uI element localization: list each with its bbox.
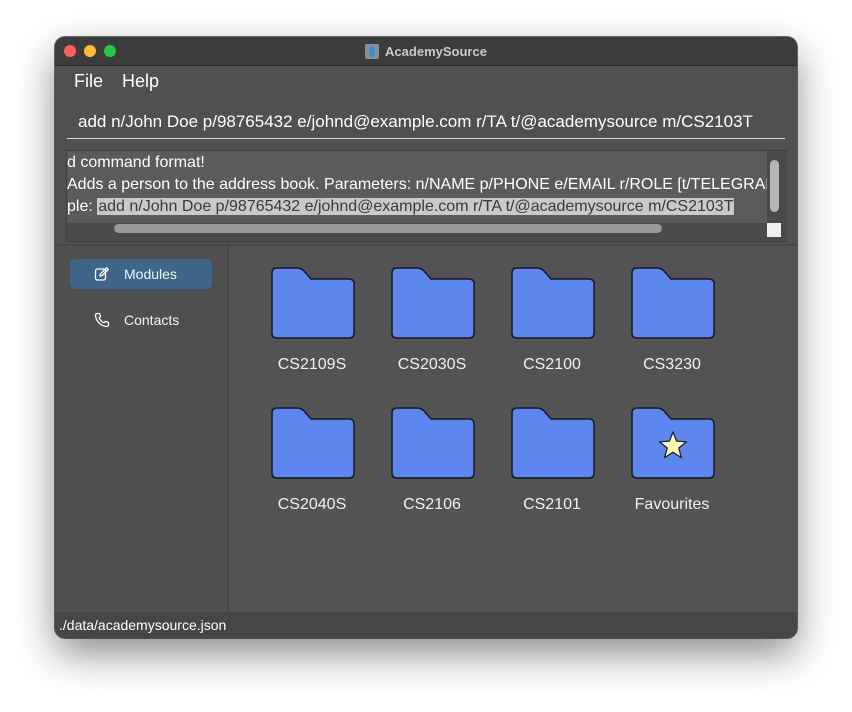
- folder-cs2106[interactable]: CS2106: [377, 407, 487, 527]
- folder-label: CS2109S: [277, 356, 347, 373]
- modules-grid: CS2109S CS2030S CS2100 CS3230 CS2040S CS…: [229, 246, 797, 612]
- star-folder-icon: [631, 407, 715, 479]
- sidebar: Modules Contacts: [55, 246, 229, 612]
- result-line-2: Adds a person to the address book. Param…: [67, 176, 767, 193]
- result-text-area[interactable]: d command format! Adds a person to the a…: [67, 151, 767, 223]
- folder-cs2030s[interactable]: CS2030S: [377, 267, 487, 387]
- folder-cs2101[interactable]: CS2101: [497, 407, 607, 527]
- result-horizontal-scrollbar[interactable]: [114, 224, 662, 233]
- sidebar-item-contacts[interactable]: Contacts: [70, 305, 212, 335]
- sidebar-item-modules[interactable]: Modules: [70, 259, 212, 289]
- save-file-path: ./data/academysource.json: [59, 617, 227, 633]
- sidebar-item-label: Contacts: [124, 312, 180, 328]
- folder-icon: [391, 267, 475, 339]
- folder-cs2040s[interactable]: CS2040S: [257, 407, 367, 527]
- folder-label: CS2040S: [277, 496, 347, 513]
- minimize-window-button[interactable]: [84, 45, 96, 57]
- result-line-1: d command format!: [67, 154, 205, 171]
- result-vertical-scrollbar[interactable]: [770, 160, 779, 212]
- edit-icon: [94, 267, 109, 281]
- result-line-3: ple: add n/John Doe p/98765432 e/johnd@e…: [67, 196, 735, 217]
- menu-help[interactable]: Help: [122, 71, 159, 92]
- academysource-logo-icon: [365, 43, 380, 59]
- command-box: [67, 107, 785, 139]
- folder-label: CS2030S: [397, 356, 467, 373]
- folder-cs2100[interactable]: CS2100: [497, 267, 607, 387]
- close-window-button[interactable]: [64, 45, 76, 57]
- command-input[interactable]: [67, 107, 785, 136]
- folder-favourites[interactable]: Favourites: [617, 407, 727, 527]
- folder-icon: [511, 407, 595, 479]
- folder-label: CS2106: [403, 496, 461, 513]
- scroll-corner: [767, 223, 781, 237]
- folder-cs2109s[interactable]: CS2109S: [257, 267, 367, 387]
- folder-icon: [271, 407, 355, 479]
- folder-label: CS2100: [523, 356, 581, 373]
- folder-label: Favourites: [634, 496, 710, 513]
- sidebar-item-label: Modules: [124, 266, 177, 282]
- window-title: AcademySource: [385, 43, 487, 59]
- folder-icon: [511, 267, 595, 339]
- folder-label: CS3230: [643, 356, 701, 373]
- title-bar[interactable]: AcademySource: [55, 37, 797, 66]
- result-selected-text: add n/John Doe p/98765432 e/johnd@exampl…: [97, 198, 735, 215]
- folder-icon: [271, 267, 355, 339]
- result-display: d command format! Adds a person to the a…: [66, 150, 786, 242]
- folder-label: CS2101: [523, 496, 581, 513]
- phone-icon: [94, 312, 110, 328]
- window-title-group: AcademySource: [55, 37, 797, 65]
- folder-icon: [631, 267, 715, 339]
- folder-cs3230[interactable]: CS3230: [617, 267, 727, 387]
- folder-icon: [391, 407, 475, 479]
- app-window: AcademySource File Help d command format…: [55, 37, 797, 638]
- menu-file[interactable]: File: [74, 71, 103, 92]
- status-bar: ./data/academysource.json: [55, 612, 797, 638]
- menu-bar: File Help: [55, 66, 797, 96]
- result-line-3-prefix: ple:: [67, 198, 98, 215]
- maximize-window-button[interactable]: [104, 45, 116, 57]
